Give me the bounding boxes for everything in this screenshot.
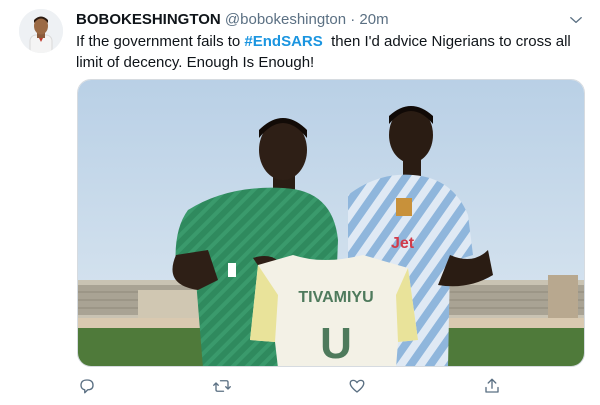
tweet-photo[interactable]: Jet TIVAMIYU U [77, 79, 585, 367]
retweet-icon[interactable] [211, 375, 233, 397]
chevron-down-icon[interactable] [566, 10, 586, 30]
tweet: BOBOKESHINGTON @bobokeshington · 20m If … [0, 0, 600, 405]
tweet-text-before: If the government fails to [76, 33, 245, 50]
reply-icon[interactable] [76, 375, 98, 397]
jersey-number: U [320, 319, 352, 367]
like-icon[interactable] [346, 375, 368, 397]
timestamp[interactable]: 20m [359, 11, 388, 28]
separator-dot: · [350, 11, 356, 28]
tweet-text: If the government fails to #EndSARS then… [76, 31, 586, 73]
jersey-name: TIVAMIYU [298, 289, 373, 306]
tweet-actions [76, 375, 516, 397]
hashtag-link[interactable]: #EndSARS [244, 33, 322, 50]
display-name[interactable]: BOBOKESHINGTON [76, 11, 221, 28]
avatar[interactable] [19, 9, 63, 53]
user-handle[interactable]: @bobokeshington [225, 11, 346, 28]
share-icon[interactable] [481, 375, 503, 397]
sponsor-text: Jet [391, 235, 415, 252]
tweet-header: BOBOKESHINGTON @bobokeshington · 20m [76, 10, 570, 30]
